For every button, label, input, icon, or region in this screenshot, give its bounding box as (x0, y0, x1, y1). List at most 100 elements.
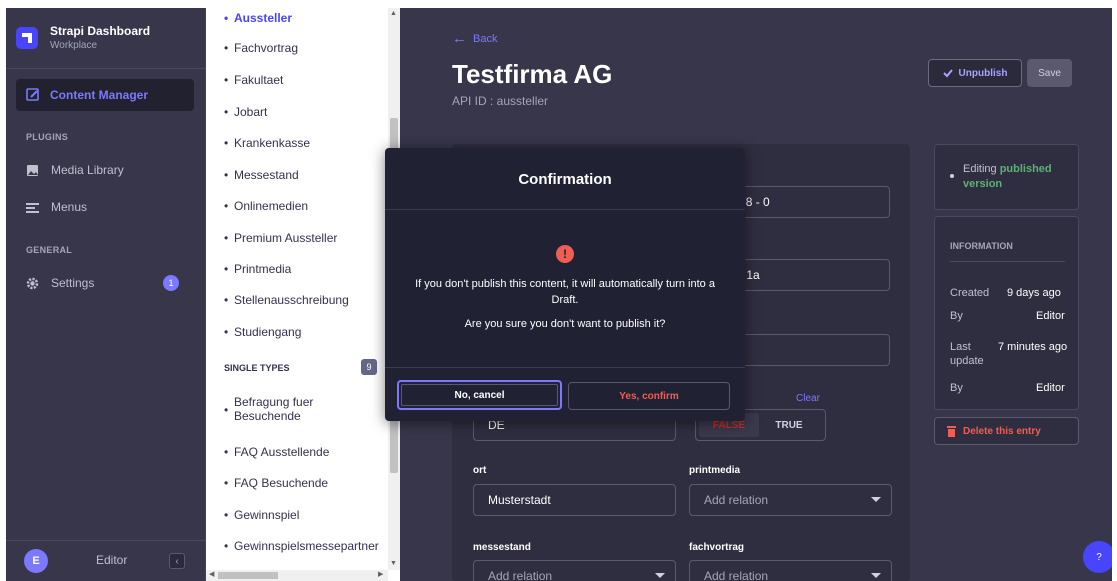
created-value: 9 days ago (1007, 287, 1061, 299)
scroll-right-arrow-icon[interactable]: ▶ (378, 570, 383, 578)
user-name: Editor (96, 553, 128, 567)
help-button[interactable]: ? (1083, 541, 1112, 573)
brand: Strapi Dashboard Workplace (16, 24, 150, 51)
unpublish-button[interactable]: Unpublish (928, 59, 1022, 87)
list-item-printmedia[interactable]: • Printmedia (224, 262, 291, 276)
brand-title: Strapi Dashboard (50, 24, 151, 38)
dialog-message: If you don't publish this content, it wi… (415, 278, 715, 306)
confirmation-dialog: Confirmation ! If you don't publish this… (385, 148, 745, 421)
app-window: Strapi Dashboard Workplace Content Manag… (6, 8, 1112, 581)
messestand-label: messestand (473, 542, 531, 553)
arrow-left-icon: ← (452, 30, 467, 47)
sidebar-item-content-manager[interactable]: Content Manager (16, 79, 194, 111)
general-section-title: GENERAL (26, 245, 73, 255)
printmedia-label: printmedia (689, 465, 741, 476)
avatar[interactable]: E (24, 549, 48, 573)
sidebar-footer-divider (6, 540, 206, 541)
delete-entry-button[interactable]: Delete this entry (934, 417, 1079, 445)
sidebar-item-label: Menus (51, 200, 88, 214)
image-icon (27, 164, 38, 176)
main-sidebar: Strapi Dashboard Workplace Content Manag… (6, 8, 206, 581)
gear-icon (26, 277, 39, 289)
save-button[interactable]: Save (1027, 59, 1072, 87)
last-update-label: Last update (950, 341, 984, 367)
list-horizontal-scrollbar[interactable]: ◀ ▶ (206, 570, 388, 581)
menu-lines-icon (26, 202, 39, 213)
last-update-value: 7 minutes ago (998, 341, 1068, 353)
list-item-faq-besuchende[interactable]: • FAQ Besuchende (224, 476, 328, 490)
list-item-gewinnspiel[interactable]: • Gewinnspiel (224, 508, 299, 522)
scroll-left-arrow-icon[interactable]: ◀ (209, 570, 214, 578)
sidebar-item-label: Settings (51, 276, 95, 290)
collection-type-list: • Aussteller • Fachvortrag • Fakultaet • Job… (206, 8, 406, 581)
caret-down-icon (871, 573, 881, 578)
sidebar-item-settings[interactable]: Settings (26, 272, 94, 294)
pencil-icon (26, 88, 39, 101)
cancel-button[interactable]: No, cancel (397, 380, 562, 410)
list-item-krankenkasse[interactable]: • Krankenkasse (224, 136, 310, 150)
publish-status-box: Editing published version (934, 144, 1079, 210)
sidebar-item-media-library[interactable]: Media Library (26, 159, 124, 181)
confirm-button[interactable]: Yes, confirm (568, 382, 730, 410)
list-item-fakultaet[interactable]: • Fakultaet (224, 73, 283, 87)
single-types-count: 9 (361, 359, 377, 375)
caret-down-icon (871, 497, 881, 502)
check-icon (942, 69, 953, 78)
exclamation-icon: ! (556, 245, 574, 263)
printmedia-select[interactable]: Add relation (689, 484, 892, 516)
information-title: INFORMATION (950, 241, 1013, 251)
updated-by-label: By (950, 382, 963, 394)
publish-status-text: Editing published version (963, 163, 1052, 190)
clear-button[interactable]: Clear (796, 393, 820, 404)
list-item-premium-aussteller[interactable]: • Premium Aussteller (224, 231, 337, 245)
trash-icon (947, 425, 956, 437)
settings-badge: 1 (163, 275, 179, 291)
list-item-studiengang[interactable]: • Studiengang (224, 325, 301, 339)
created-label: Created (950, 287, 990, 299)
dialog-question: Are you sure you don't want to publish i… (464, 318, 666, 330)
list-item-gewinnspielsmessepartner[interactable]: • Gewinnspielsmessepartner (224, 539, 388, 553)
fachvortrag-select[interactable]: Add relation (689, 560, 892, 581)
created-by-label: By (950, 310, 963, 322)
list-item-jobart[interactable]: • Jobart (224, 105, 267, 119)
toggle-true-option[interactable]: TRUE (759, 413, 819, 437)
api-id: API ID : aussteller (452, 94, 549, 108)
ort-label: ort (473, 465, 487, 476)
brand-subtitle: Workplace (50, 40, 98, 51)
scroll-down-arrow-icon[interactable]: ▼ (390, 560, 397, 567)
created-by-value: Editor (1036, 310, 1065, 322)
plugins-section-title: PLUGINS (26, 132, 69, 142)
sidebar-item-menus[interactable]: Menus (26, 196, 87, 218)
strapi-logo-icon (16, 27, 38, 49)
dialog-footer-divider (385, 367, 745, 368)
single-types-title: SINGLE TYPES (224, 363, 290, 373)
dialog-header-divider (385, 209, 745, 210)
scroll-up-arrow-icon[interactable]: ▲ (390, 10, 397, 17)
sidebar-divider (6, 68, 206, 69)
list-item-fachvortrag[interactable]: • Fachvortrag (224, 41, 298, 55)
list-item-faq-ausstellende[interactable]: • FAQ Ausstellende (224, 445, 329, 459)
list-item-stellenausschreibung[interactable]: • Stellenausschreibung (224, 293, 349, 307)
bullet-dot-icon (950, 174, 954, 178)
list-item-befragung-fuer-besuchende[interactable]: • Befragung fuer Besuchende (224, 395, 354, 423)
list-item-messestand[interactable]: • Messestand (224, 168, 299, 182)
information-divider (950, 261, 1065, 262)
sidebar-item-label: Media Library (51, 163, 124, 177)
updated-by-value: Editor (1036, 382, 1065, 394)
fachvortrag-label: fachvortrag (689, 542, 745, 553)
caret-down-icon (655, 573, 665, 578)
ort-field[interactable]: Musterstadt (473, 484, 676, 516)
information-panel: INFORMATION Created 9 days ago By Editor… (934, 216, 1079, 410)
unpublish-label: Unpublish (958, 67, 1008, 79)
page-title: Testfirma AG (452, 59, 613, 89)
list-item-onlinemedien[interactable]: • Onlinemedien (224, 199, 308, 213)
back-label: Back (473, 32, 498, 45)
delete-label: Delete this entry (963, 425, 1041, 437)
scrollbar-thumb[interactable] (218, 572, 278, 579)
dialog-title: Confirmation (518, 171, 612, 188)
collapse-sidebar-button[interactable]: ‹ (169, 553, 185, 569)
back-link[interactable]: ← Back (452, 30, 497, 47)
messestand-select[interactable]: Add relation (473, 560, 676, 581)
sidebar-item-label: Content Manager (50, 88, 149, 102)
list-item-aussteller[interactable]: • Aussteller (224, 11, 292, 25)
